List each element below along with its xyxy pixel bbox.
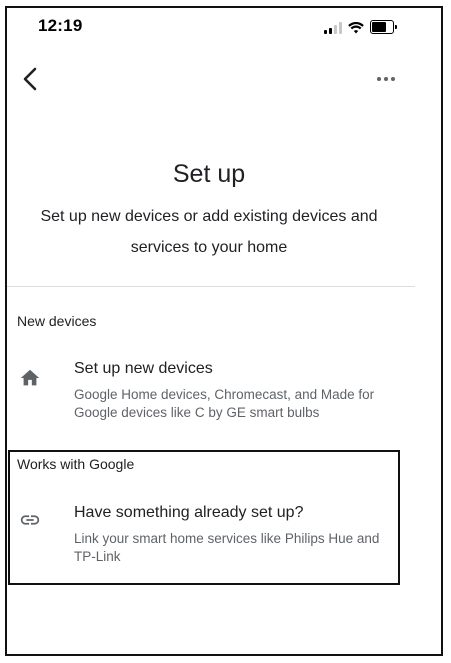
link-icon xyxy=(20,515,40,525)
set-up-new-devices-row[interactable]: Set up new devices Google Home devices, … xyxy=(7,355,415,425)
home-icon xyxy=(20,369,40,386)
back-button[interactable] xyxy=(20,66,42,92)
link-existing-services-row[interactable]: Have something already set up? Link your… xyxy=(7,500,415,570)
page-subtitle: Set up new devices or add existing devic… xyxy=(40,208,378,256)
cellular-signal-icon xyxy=(324,22,342,34)
battery-icon xyxy=(370,20,397,34)
status-time: 12:19 xyxy=(38,16,83,35)
status-icons xyxy=(324,18,397,34)
set-up-new-devices-description: Google Home devices, Chromecast, and Mad… xyxy=(74,387,375,420)
page-title: Set up xyxy=(172,160,246,188)
set-up-new-devices-title: Set up new devices xyxy=(74,360,213,377)
link-existing-services-description: Link your smart home services like Phili… xyxy=(74,531,380,564)
section-header-works-with-google: Works with Google xyxy=(17,456,135,472)
divider xyxy=(7,286,415,287)
more-horizontal-icon xyxy=(377,77,395,81)
section-header-new-devices: New devices xyxy=(17,313,97,329)
chevron-left-icon xyxy=(23,67,37,91)
wifi-icon xyxy=(348,22,364,34)
link-existing-services-title: Have something already set up? xyxy=(74,504,304,521)
more-options-button[interactable] xyxy=(375,72,397,86)
